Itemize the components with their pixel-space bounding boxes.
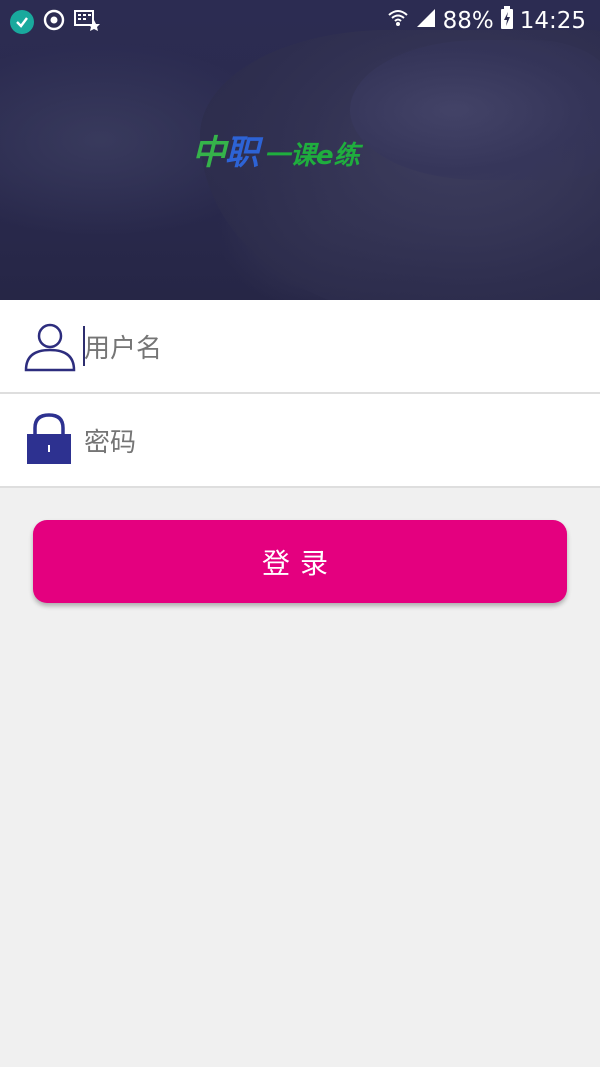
signal-icon (415, 7, 437, 35)
background-rock-highlight (350, 40, 600, 180)
wifi-icon (387, 7, 409, 35)
clock: 14:25 (519, 8, 586, 34)
header-banner: 88% 14:25 中职 一课e练 (0, 0, 600, 300)
username-field[interactable]: 用户名 (0, 300, 600, 394)
password-input[interactable]: 密码 (84, 394, 564, 486)
lock-icon (24, 412, 74, 470)
battery-charging-icon (500, 6, 514, 36)
login-button[interactable]: 登录 (33, 520, 567, 603)
battery-percent: 88% (442, 8, 494, 34)
keyboard-star-icon (74, 8, 100, 36)
logo-char-2: 职 (225, 133, 259, 173)
app-logo: 中职 一课e练 (192, 130, 360, 174)
logo-char-1: 中 (192, 133, 226, 173)
status-bar: 88% 14:25 (0, 0, 600, 42)
check-circle-icon (10, 10, 34, 34)
username-input[interactable]: 用户名 (84, 300, 564, 392)
sync-icon (42, 8, 66, 36)
logo-slogan: 一课e练 (264, 141, 360, 171)
password-field[interactable]: 密码 (0, 394, 600, 488)
user-icon (24, 322, 76, 376)
